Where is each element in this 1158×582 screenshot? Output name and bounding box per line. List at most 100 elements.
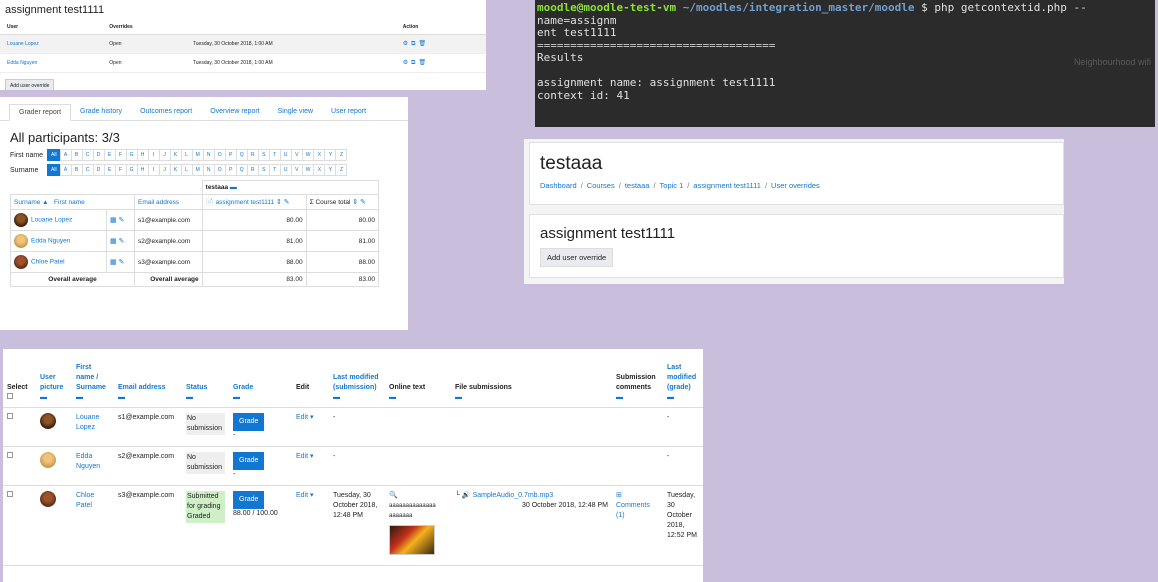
select-all-checkbox[interactable] [7,392,13,399]
file-date: 30 October 2018, 12:48 PM [522,501,608,509]
sort-firstname-link[interactable]: First name [54,199,85,206]
email-header[interactable]: Email address [118,384,165,391]
student-email: s2@example.com [114,446,182,486]
tab-grade-history[interactable]: Grade history [71,104,131,120]
last-modified-submission-header[interactable]: Last modified (submission) [333,374,379,391]
student-link[interactable]: Chloe Patel [31,259,65,266]
name-header[interactable]: First name / Surname [76,364,106,391]
edit-menu[interactable]: Edit ▾ [296,492,314,499]
assignment-icon: 📄 [205,199,214,206]
collapse-icon[interactable]: ▬ [186,393,225,403]
add-user-override-button[interactable]: Add user override [540,248,614,267]
course-total: 88.00 [305,251,380,273]
last-modified-grade-header[interactable]: Last modified (grade) [667,364,696,391]
breadcrumb-user-overrides[interactable]: User overrides [771,181,820,190]
student-last-name[interactable]: Nguyen [76,463,100,470]
average-row: Overall average Overall average 83.00 83… [10,272,380,287]
sort-icon[interactable]: ⇕ [276,199,282,206]
student-first-name[interactable]: Chloe [76,492,94,499]
edit-icon[interactable]: ✎ [118,217,124,224]
assignment-column-link[interactable]: assignment test1111 [216,199,275,206]
plus-icon[interactable]: ⊞ [616,492,622,499]
student-first-name[interactable]: Edda [76,453,92,460]
edit-icon[interactable]: ✎ [284,199,290,206]
initial-letter-all[interactable]: All [47,164,61,176]
breadcrumb-assignment[interactable]: assignment test1111 [693,181,761,190]
table-row: Edda Nguyen Open Tuesday, 30 October 201… [0,53,486,73]
student-first-name[interactable]: Louane [76,414,99,421]
student-last-name[interactable]: Lopez [76,424,95,431]
student-link[interactable]: Louane Lopez [31,217,72,224]
collapse-icon[interactable]: ▬ [230,184,237,191]
col-overrides: Overrides [102,20,186,35]
grade-header[interactable]: Grade [233,384,253,391]
status-header[interactable]: Status [186,384,207,391]
grid-icon[interactable]: ▦ [110,238,117,245]
sort-surname-link[interactable]: Surname ▲ [14,199,49,206]
zoom-icon[interactable]: 🔍 [389,492,398,499]
copy-icon[interactable]: ⧉ [411,60,415,66]
edit-menu[interactable]: Edit ▾ [296,414,314,421]
collapse-icon[interactable]: ▬ [233,393,288,403]
grid-icon[interactable]: ▦ [110,259,117,266]
collapse-icon[interactable]: ▬ [616,393,659,403]
grade-button[interactable]: Grade [233,490,265,509]
course-total-label: Course total [315,199,351,206]
comments-link[interactable]: Comments (1) [616,502,650,519]
overrides-table: User Overrides Action Louane Lopez Open … [0,20,486,73]
collapse-icon[interactable]: ▬ [455,393,608,403]
initial-letter-z[interactable]: Z [335,149,348,161]
select-checkbox[interactable] [7,412,13,419]
collapse-icon[interactable]: ▬ [118,393,178,403]
initial-letter-z[interactable]: Z [335,164,348,176]
last-modified: - [329,446,385,486]
avatar [40,490,56,507]
initial-letter-all[interactable]: All [47,149,61,161]
breadcrumb-dashboard[interactable]: Dashboard [540,181,577,190]
tab-overview-report[interactable]: Overview report [201,104,268,120]
breadcrumb-course[interactable]: testaaa [625,181,650,190]
user-link[interactable]: Edda Nguyen [7,60,37,66]
collapse-icon[interactable]: ▬ [333,393,381,403]
student-last-name[interactable]: Patel [76,502,92,509]
grade-button[interactable]: Grade [233,412,265,431]
user-link[interactable]: Louane Lopez [7,41,39,47]
edit-menu[interactable]: Edit ▾ [296,453,314,460]
assignment-grade[interactable]: 81.00 [201,230,307,252]
terminal-panel[interactable]: moodle@moodle-test-vm ~/moodles/integrat… [535,0,1155,127]
collapse-icon[interactable]: ▬ [76,393,110,403]
grid-icon[interactable]: ▦ [110,217,117,224]
trash-icon[interactable]: 🗑 [418,60,426,66]
tab-user-report[interactable]: User report [322,104,375,120]
collapse-icon[interactable]: ▬ [40,393,68,403]
copy-icon[interactable]: ⧉ [411,41,415,47]
user-picture-header[interactable]: User picture [40,374,63,391]
breadcrumb-courses[interactable]: Courses [587,181,615,190]
gear-icon[interactable]: ⚙ [403,60,408,66]
tab-single-view[interactable]: Single view [269,104,322,120]
trash-icon[interactable]: 🗑 [418,41,426,47]
add-user-override-button[interactable]: Add user override [5,79,55,90]
file-link[interactable]: SampleAudio_0.7mb.mp3 [473,492,554,499]
sort-email-link[interactable]: Email address [138,199,179,206]
sort-icon[interactable]: ⇕ [352,199,358,206]
image-thumbnail[interactable] [389,524,435,555]
student-link[interactable]: Edda Nguyen [31,238,70,245]
gear-icon[interactable]: ⚙ [403,41,408,47]
edit-icon[interactable]: ✎ [118,259,124,266]
breadcrumb-topic[interactable]: Topic 1 [660,181,684,190]
select-checkbox[interactable] [7,451,13,458]
select-checkbox[interactable] [7,490,13,497]
tab-outcomes-report[interactable]: Outcomes report [131,104,201,120]
edit-icon[interactable]: ✎ [118,238,124,245]
col-user: User [0,20,103,35]
edit-icon[interactable]: ✎ [360,199,366,206]
assignment-grade[interactable]: 80.00 [201,209,307,231]
collapse-icon[interactable]: ▬ [667,393,699,403]
surname-letters: All A B C D E F G H I J K L M N O P Q R S T U V W X Y Z [47,164,348,176]
assignment-grade[interactable]: 88.00 [201,251,307,273]
collapse-icon[interactable]: ▬ [389,393,447,403]
tab-grader-report[interactable]: Grader report [9,104,72,121]
grade-button[interactable]: Grade [233,451,265,470]
grade-modified: - [663,446,703,486]
